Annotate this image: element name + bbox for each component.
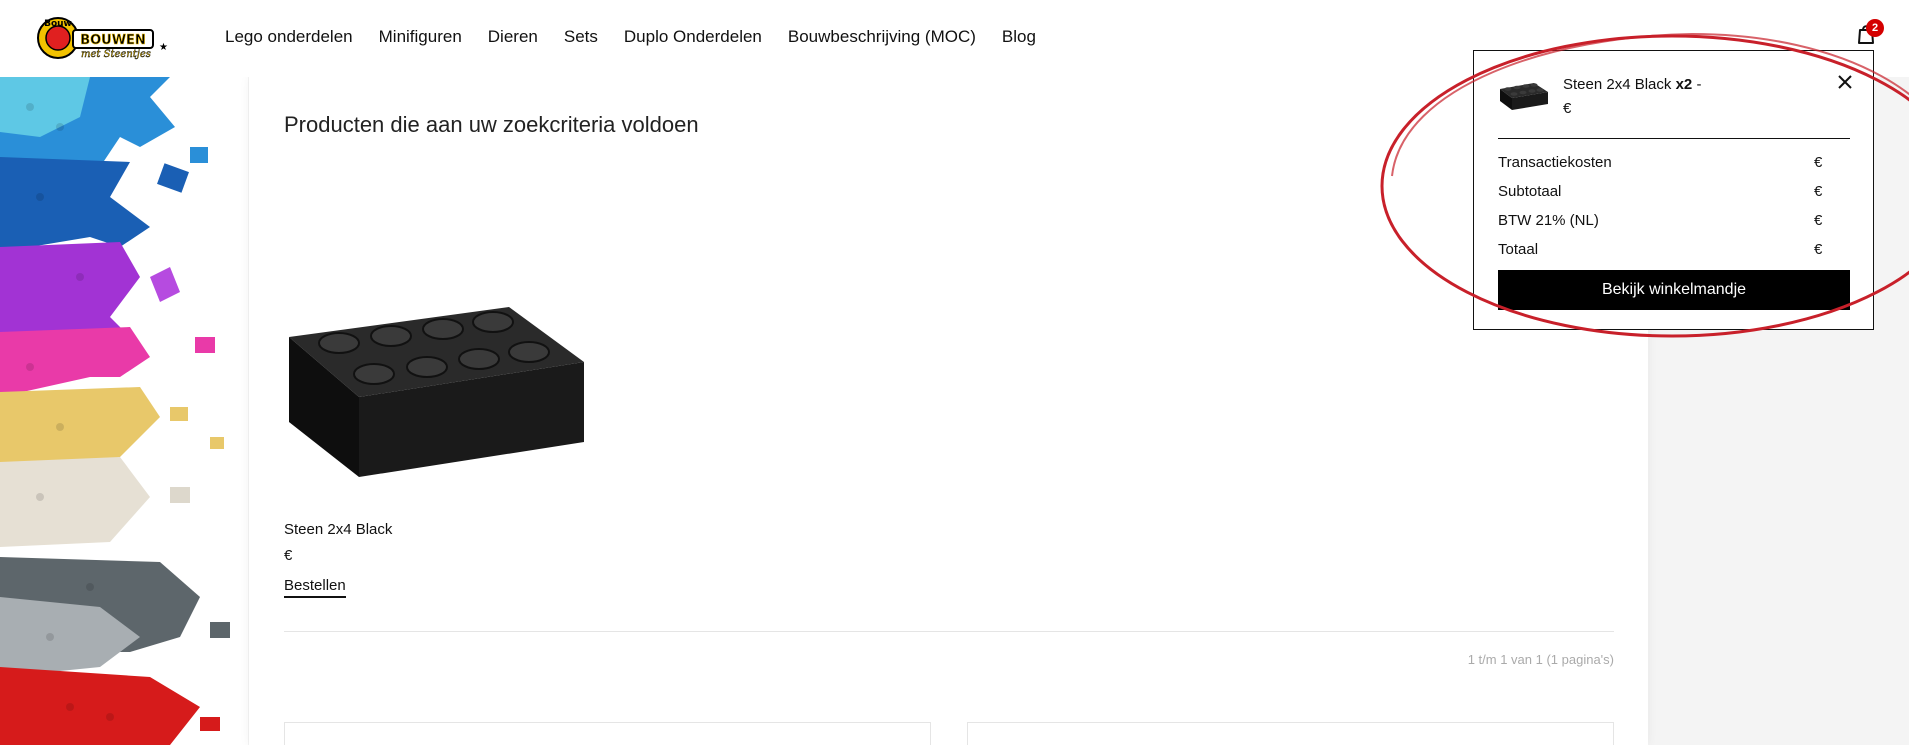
cart-row-label: Totaal bbox=[1498, 241, 1539, 258]
cart-row-value: € bbox=[1814, 241, 1823, 258]
cart-row-value: € bbox=[1814, 212, 1823, 229]
nav-item-blog[interactable]: Blog bbox=[1002, 27, 1036, 47]
cart-item-name[interactable]: Steen 2x4 Black x2 - € bbox=[1563, 73, 1701, 121]
cart-row-value: € bbox=[1814, 183, 1823, 200]
bottom-panel-right bbox=[967, 722, 1614, 745]
view-cart-button[interactable]: Bekijk winkelmandje bbox=[1498, 270, 1850, 310]
svg-text:met Steentjes: met Steentjes bbox=[81, 49, 151, 60]
cart-item-dash: - bbox=[1696, 76, 1702, 93]
nav-item-bouwbeschrijving[interactable]: Bouwbeschrijving (MOC) bbox=[788, 27, 976, 47]
search-results-content: Producten die aan uw zoekcriteria voldoe… bbox=[249, 77, 1648, 745]
nav-item-dieren[interactable]: Dieren bbox=[488, 27, 538, 47]
nav-item-minifiguren[interactable]: Minifiguren bbox=[379, 27, 462, 47]
cart-item-title: Steen 2x4 Black bbox=[1563, 76, 1672, 93]
cart-row-label: Transactiekosten bbox=[1498, 154, 1612, 171]
product-price: € bbox=[284, 547, 293, 564]
cart-separator bbox=[1498, 138, 1850, 139]
close-icon[interactable] bbox=[1834, 71, 1856, 93]
cart-row-subtotaal: Subtotaal € bbox=[1498, 183, 1828, 200]
site-logo[interactable]: Bouw BOUWEN met Steentjes ★ bbox=[28, 10, 168, 66]
decorative-bricks-image bbox=[0, 77, 248, 745]
cart-row-label: Subtotaal bbox=[1498, 183, 1562, 200]
svg-text:★: ★ bbox=[159, 42, 168, 53]
cart-row-transactiekosten: Transactiekosten € bbox=[1498, 154, 1828, 171]
cart-item-thumbnail bbox=[1500, 83, 1548, 110]
bottom-panel-left bbox=[284, 722, 931, 745]
cart-item-price: € bbox=[1563, 100, 1572, 117]
product-image-black-2x4-brick[interactable] bbox=[279, 227, 599, 487]
mini-cart-dropdown: Steen 2x4 Black x2 - € Transactiekosten … bbox=[1473, 50, 1874, 330]
page-title: Producten die aan uw zoekcriteria voldoe… bbox=[284, 112, 699, 137]
main-navigation: Lego onderdelen Minifiguren Dieren Sets … bbox=[225, 27, 1062, 47]
nav-item-lego-onderdelen[interactable]: Lego onderdelen bbox=[225, 27, 353, 47]
cart-row-btw: BTW 21% (NL) € bbox=[1498, 212, 1828, 229]
cart-count-badge: 2 bbox=[1866, 19, 1884, 37]
cart-item-quantity: x2 bbox=[1675, 76, 1693, 93]
order-button[interactable]: Bestellen bbox=[284, 577, 346, 598]
cart-row-totaal: Totaal € bbox=[1498, 241, 1828, 258]
nav-item-sets[interactable]: Sets bbox=[564, 27, 598, 47]
pagination-summary: 1 t/m 1 van 1 (1 pagina's) bbox=[1467, 652, 1614, 667]
nav-item-duplo-onderdelen[interactable]: Duplo Onderdelen bbox=[624, 27, 762, 47]
product-name[interactable]: Steen 2x4 Black bbox=[284, 521, 392, 538]
svg-text:Bouw: Bouw bbox=[44, 19, 72, 29]
cart-row-label: BTW 21% (NL) bbox=[1498, 212, 1599, 229]
cart-row-value: € bbox=[1814, 154, 1823, 171]
results-divider bbox=[284, 631, 1614, 632]
svg-text:BOUWEN: BOUWEN bbox=[80, 33, 146, 48]
